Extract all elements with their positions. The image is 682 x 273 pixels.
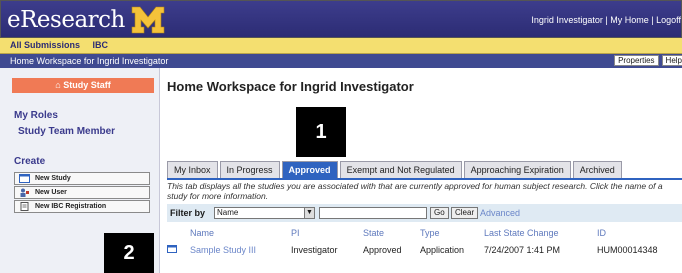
michigan-m-logo (131, 6, 165, 34)
user-name-link[interactable]: Ingrid Investigator (531, 15, 603, 25)
tab-in-progress[interactable]: In Progress (219, 161, 280, 178)
go-button[interactable]: Go (430, 207, 449, 219)
new-study-button[interactable]: New Study (14, 172, 150, 185)
breadcrumb-buttons: Properties Help (614, 55, 682, 66)
new-user-button[interactable]: New User (14, 186, 150, 199)
help-button[interactable]: Help (661, 55, 682, 66)
tab-my-inbox[interactable]: My Inbox (167, 161, 218, 178)
callout-badge-1: 1 (296, 107, 346, 157)
tab-underline (167, 178, 682, 180)
column-header-type[interactable]: Type (420, 228, 440, 238)
tab-bar: My Inbox In Progress Approved Exempt and… (167, 161, 624, 178)
breadcrumb: Home Workspace for Ingrid Investigator P… (0, 54, 682, 68)
new-user-label: New User (35, 189, 67, 196)
header-links: Ingrid Investigator | My Home | Logoff (531, 15, 681, 25)
new-ibc-registration-button[interactable]: New IBC Registration (14, 200, 150, 213)
breadcrumb-text: Home Workspace for Ingrid Investigator (10, 56, 169, 66)
column-header-last-state-change[interactable]: Last State Change (484, 228, 559, 238)
new-ibc-registration-label: New IBC Registration (35, 203, 107, 210)
advanced-link[interactable]: Advanced (480, 208, 520, 218)
callout-badge-2: 2 (104, 233, 154, 273)
menu-ibc[interactable]: IBC (93, 40, 109, 50)
logo[interactable]: eResearch (7, 5, 165, 35)
study-staff-button[interactable]: ⌂ Study Staff (12, 78, 154, 93)
create-title: Create (14, 156, 46, 167)
properties-button[interactable]: Properties (614, 55, 659, 66)
filter-selected-value: Name (217, 208, 239, 217)
filter-text-input[interactable] (319, 207, 427, 219)
filter-bar: Filter by Name ▼ Go Clear Advanced (167, 204, 682, 222)
study-name-link[interactable]: Sample Study III (190, 245, 256, 255)
new-study-label: New Study (35, 175, 71, 182)
column-header-name[interactable]: Name (190, 228, 214, 238)
row-id: HUM00014348 (597, 245, 658, 255)
my-roles-title: My Roles (14, 110, 58, 121)
row-state: Approved (363, 245, 402, 255)
chevron-down-icon[interactable]: ▼ (304, 208, 314, 218)
app-header: eResearch Ingrid Investigator | My Home … (0, 0, 682, 38)
filter-label: Filter by (170, 208, 206, 218)
my-home-link[interactable]: My Home (610, 15, 649, 25)
header-separator: | (605, 15, 608, 25)
user-icon (20, 188, 29, 197)
column-header-id[interactable]: ID (597, 228, 606, 238)
document-icon (20, 202, 29, 211)
filter-field-select[interactable]: Name ▼ (214, 207, 315, 219)
new-study-icon (19, 174, 30, 183)
tab-description: This tab displays all the studies you ar… (167, 181, 663, 201)
row-pi: Investigator (291, 245, 338, 255)
page-title: Home Workspace for Ingrid Investigator (167, 79, 414, 94)
role-study-team-member[interactable]: Study Team Member (18, 126, 115, 137)
column-header-pi[interactable]: PI (291, 228, 300, 238)
study-icon (167, 245, 177, 253)
study-staff-label: Study Staff (63, 80, 111, 90)
menu-bar: All Submissions IBC (0, 38, 682, 54)
logoff-link[interactable]: Logoff (656, 15, 681, 25)
logo-text: eResearch (7, 7, 125, 33)
menu-all-submissions[interactable]: All Submissions (10, 40, 80, 50)
header-separator: | (651, 15, 654, 25)
row-type: Application (420, 245, 465, 255)
row-last-state-change: 7/24/2007 1:41 PM (484, 245, 561, 255)
clear-button[interactable]: Clear (451, 207, 479, 219)
tab-approved[interactable]: Approved (281, 161, 338, 178)
tab-archived[interactable]: Archived (572, 161, 622, 178)
column-header-state[interactable]: State (363, 228, 384, 238)
home-icon: ⌂ (55, 80, 64, 90)
tab-approaching-expiration[interactable]: Approaching Expiration (463, 161, 571, 178)
tab-exempt-and-not-regulated[interactable]: Exempt and Not Regulated (339, 161, 462, 178)
